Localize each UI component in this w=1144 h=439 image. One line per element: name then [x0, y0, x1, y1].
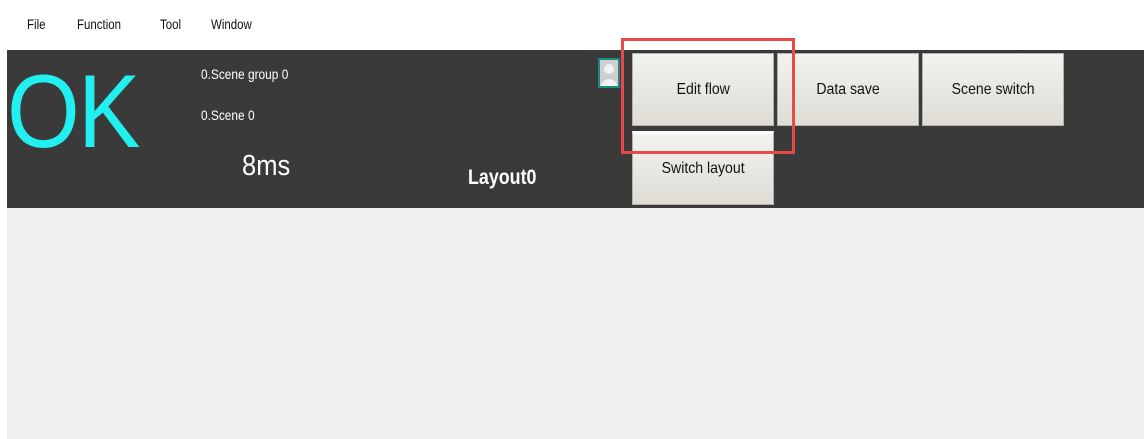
data-save-button[interactable]: Data save	[777, 53, 919, 126]
edit-flow-label: Edit flow	[676, 80, 730, 98]
data-save-label: Data save	[816, 80, 880, 98]
switch-layout-button[interactable]: Switch layout	[632, 131, 774, 205]
menu-file[interactable]: File	[27, 16, 46, 32]
judgment-status: OK	[7, 54, 140, 170]
menu-function[interactable]: Function	[77, 16, 121, 32]
menu-bar: File Function Tool Window	[0, 0, 1144, 50]
user-avatar-icon[interactable]	[598, 58, 620, 88]
edit-flow-button[interactable]: Edit flow	[632, 53, 774, 126]
menu-tool[interactable]: Tool	[160, 16, 181, 32]
menu-window[interactable]: Window	[211, 16, 252, 32]
status-toolbar: OK 0.Scene group 0 0.Scene 0 8ms Layout0…	[7, 50, 1144, 208]
scene-switch-button[interactable]: Scene switch	[922, 53, 1064, 126]
layout-label: Layout0	[468, 166, 537, 189]
image-workspace	[7, 208, 1144, 439]
scene-label[interactable]: 0.Scene 0	[201, 107, 255, 123]
scene-switch-label: Scene switch	[951, 80, 1035, 98]
scene-group-label[interactable]: 0.Scene group 0	[201, 66, 288, 82]
switch-layout-label: Switch layout	[661, 160, 745, 177]
processing-time: 8ms	[242, 150, 291, 182]
